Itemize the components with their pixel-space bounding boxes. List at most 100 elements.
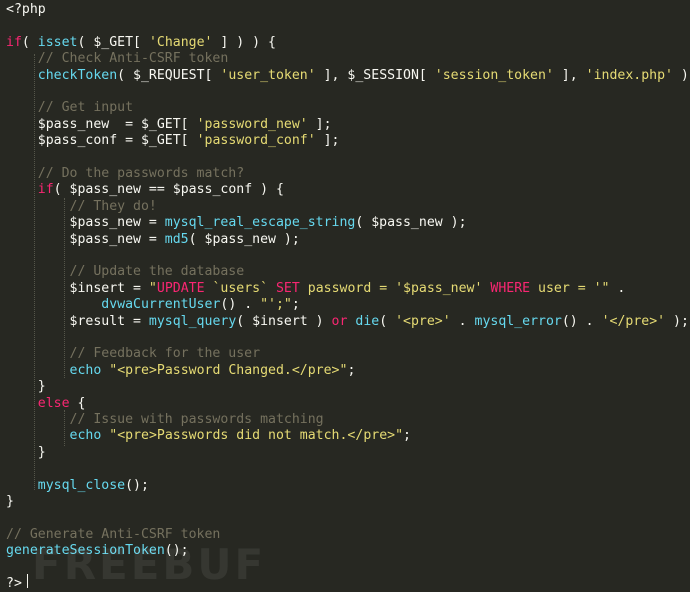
code-token-string: 'Change'	[148, 34, 213, 50]
code-token-default: ];	[307, 116, 332, 132]
code-token-func: mysql_real_escape_string	[164, 215, 356, 231]
code-token-default: }	[6, 379, 46, 395]
code-token-default: ],	[553, 67, 586, 83]
code-token-default	[6, 363, 70, 378]
code-token-keyword: if	[6, 34, 22, 50]
code-token-default: <?php	[6, 2, 46, 17]
code-token-string: '<pre>'	[395, 313, 451, 329]
code-token-string: user = '"	[530, 280, 610, 296]
code-line: // Issue with passwords matching	[6, 412, 324, 428]
code-token-default: {	[69, 395, 86, 411]
code-token-default: ( $pass_new );	[355, 215, 467, 231]
code-token-default: ( $_GET[	[77, 34, 149, 50]
code-token-string: 'password_new'	[196, 116, 308, 132]
code-line: $pass_new = md5( $pass_new );	[6, 232, 300, 248]
code-line: $pass_new = mysql_real_escape_string( $p…	[6, 215, 467, 231]
code-line: // Do the passwords match?	[6, 166, 244, 182]
code-line: if( $pass_new == $pass_conf ) {	[6, 182, 284, 198]
code-line: }	[6, 379, 46, 395]
code-token-string: 'user_token'	[220, 67, 316, 83]
code-token-default	[6, 182, 38, 197]
code-token-string: "<pre>Password Changed.</pre>"	[109, 362, 348, 378]
code-token-func: echo	[69, 428, 102, 444]
code-token-default: );	[680, 67, 690, 83]
code-line: mysql_close();	[6, 478, 149, 494]
code-token-default: ( $pass_new == $pass_conf ) {	[53, 182, 284, 198]
code-token-default: ( $pass_new );	[188, 231, 300, 247]
code-line: else {	[6, 395, 86, 412]
code-token-default	[6, 396, 38, 411]
code-token-default: }	[6, 444, 46, 460]
code-token-string: 'index.php'	[585, 67, 673, 83]
code-token-string: "<pre>Passwords did not match.</pre>"	[109, 428, 404, 444]
code-line: $pass_new = $_GET[ 'password_new' ];	[6, 117, 332, 133]
code-token-default: () .	[561, 313, 602, 329]
code-line: dvwaCurrentUser() . "';";	[6, 297, 300, 313]
code-token-func: echo	[69, 362, 102, 378]
code-editor[interactable]: <?php if( isset( $_GET[ 'Change' ] ) ) { …	[0, 0, 690, 592]
code-token-default: (	[21, 34, 38, 50]
code-token-default: );	[665, 313, 689, 329]
code-token-func: checkToken	[37, 67, 118, 83]
code-token-comment: // They do!	[6, 198, 157, 214]
code-line: checkToken( $_REQUEST[ 'user_token' ], $…	[6, 68, 690, 84]
code-token-default: () .	[220, 297, 261, 313]
code-token-func: isset	[37, 34, 78, 50]
code-token-keyword: WHERE	[490, 280, 531, 296]
code-token-comment: // Feedback for the user	[6, 346, 261, 362]
code-token-keyword: UPDATE	[156, 280, 205, 296]
code-token-default: $insert =	[6, 280, 149, 296]
code-token-comment: // Do the passwords match?	[6, 166, 245, 181]
code-token-string: 'session_token'	[434, 67, 554, 83]
watermark-logo: FREEBUF	[32, 540, 267, 589]
code-token-default: ;	[403, 428, 411, 444]
code-token-default: $pass_new =	[6, 215, 165, 231]
code-token-comment: // Get input	[6, 100, 134, 116]
code-token-default: $pass_conf = $_GET[	[6, 133, 197, 149]
code-line: $result = mysql_query( $insert ) or die(…	[6, 314, 689, 330]
code-token-default: (	[379, 313, 396, 329]
code-line: // They do!	[6, 199, 157, 215]
code-token-default: .	[450, 313, 475, 329]
code-token-default: ], $_SESSION[	[315, 67, 435, 83]
code-line: }	[6, 445, 46, 461]
code-token-string: '</pre>'	[601, 313, 666, 329]
code-token-keyword: else	[37, 395, 70, 411]
code-token-default: ] ) ) {	[212, 34, 277, 50]
code-token-string: "';"	[260, 297, 292, 313]
code-token-default: ?>	[6, 576, 22, 591]
code-line: echo "<pre>Passwords did not match.</pre…	[6, 428, 411, 444]
code-token-default: ];	[315, 133, 340, 149]
code-token-string: "	[148, 280, 157, 296]
code-token-default: $result =	[6, 313, 149, 329]
code-line: // Get input	[6, 100, 133, 116]
code-token-default: $pass_new =	[6, 231, 165, 247]
code-token-func: md5	[164, 231, 189, 247]
code-token-func: mysql_close	[37, 477, 126, 493]
code-token-default: }	[6, 494, 14, 509]
code-token-default: ( $_REQUEST[	[117, 67, 221, 83]
code-line: ?>	[6, 576, 22, 592]
code-token-default: ;	[291, 297, 300, 313]
code-token-keyword: SET	[275, 280, 300, 296]
code-token-comment: // Update the database	[6, 264, 245, 280]
code-token-comment: // Check Anti-CSRF token	[6, 51, 229, 67]
code-token-keyword: if	[37, 182, 54, 198]
code-line: if( isset( $_GET[ 'Change' ] ) ) {	[6, 35, 276, 51]
code-token-default	[6, 478, 38, 493]
code-token-func: dvwaCurrentUser	[101, 297, 221, 313]
code-line: echo "<pre>Password Changed.</pre>";	[6, 362, 356, 379]
code-token-func: mysql_error	[474, 313, 562, 329]
code-token-default: ();	[125, 477, 149, 493]
code-line: }	[6, 494, 14, 510]
code-line: // Feedback for the user	[6, 346, 261, 362]
code-token-func: mysql_query	[148, 313, 237, 329]
code-token-func: die	[355, 313, 380, 329]
code-line: <?php	[6, 2, 46, 18]
text-cursor	[27, 574, 28, 588]
code-token-string: password = '$pass_new'	[299, 280, 491, 296]
code-line: $pass_conf = $_GET[ 'password_conf' ];	[6, 133, 340, 149]
code-token-default: ;	[347, 362, 356, 378]
code-line: // Check Anti-CSRF token	[6, 51, 229, 67]
code-token-default: $pass_new = $_GET[	[6, 116, 197, 132]
